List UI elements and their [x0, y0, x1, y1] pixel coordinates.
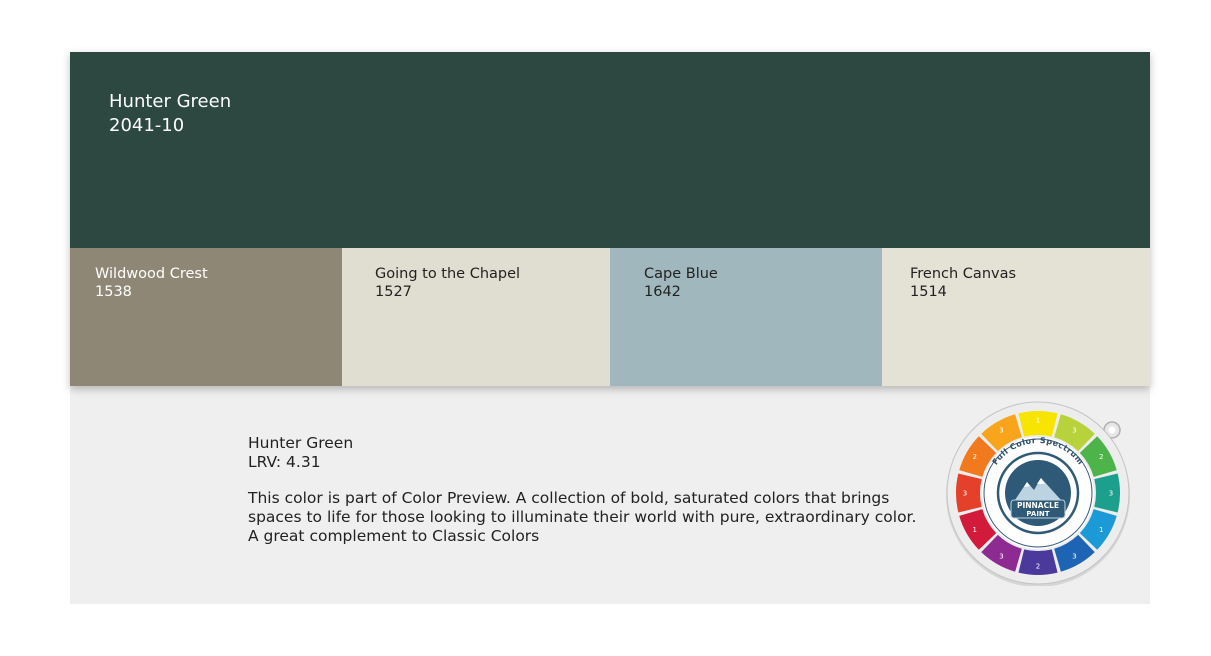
swatch-name: Going to the Chapel: [375, 266, 521, 282]
wheel-segment-label: 3: [963, 490, 967, 498]
wheel-segment-label: 1: [973, 526, 977, 534]
wheel-segment-label: 3: [999, 553, 1003, 561]
wheel-hang-hole: [1108, 426, 1116, 434]
logo-text-line2: PAINT: [1026, 510, 1049, 518]
wheel-segment-label: 1: [1099, 526, 1103, 534]
wheel-segment-label: 1: [1036, 417, 1040, 425]
wheel-segment: [1094, 473, 1120, 513]
info-description: This color is part of Color Preview. A c…: [248, 489, 948, 546]
coordinating-swatch-wildwood-crest[interactable]: Wildwood Crest 1538: [70, 248, 342, 386]
main-color-swatch[interactable]: Hunter Green 2041-10: [70, 52, 1150, 248]
description-line: A great complement to Classic Colors: [248, 527, 540, 545]
description-line: This color is part of Color Preview. A c…: [248, 489, 890, 507]
swatch-name: French Canvas: [910, 266, 1017, 282]
coordinating-swatch-cape-blue[interactable]: Cape Blue 1642: [610, 248, 882, 386]
swatch-code: 1642: [644, 284, 681, 300]
wheel-segment: [956, 473, 982, 513]
wheel-segment-label: 2: [1099, 453, 1103, 461]
info-lrv: LRV: 4.31: [248, 453, 321, 471]
color-info: Hunter Green LRV: 4.31 This color is par…: [248, 434, 948, 546]
color-wheel-logo: 132313231323 Full Color Spectrum PINNACL…: [946, 401, 1130, 586]
swatch-code: 1527: [375, 284, 412, 300]
wheel-segment-label: 3: [1072, 553, 1076, 561]
wheel-segment-label: 2: [973, 453, 977, 461]
swatch-palette: Hunter Green 2041-10 Wildwood Crest 1538…: [70, 52, 1150, 386]
swatch-code: 1514: [910, 284, 947, 300]
swatch-name: Cape Blue: [644, 266, 718, 282]
wheel-segment-label: 3: [1072, 426, 1076, 434]
coordinating-swatch-going-to-the-chapel[interactable]: Going to the Chapel 1527: [342, 248, 610, 386]
wheel-segment-label: 3: [999, 426, 1003, 434]
description-line: spaces to life for those looking to illu…: [248, 508, 917, 526]
main-color-code: 2041-10: [109, 115, 185, 136]
main-color-name: Hunter Green: [109, 91, 232, 112]
wheel-segment-label: 2: [1036, 563, 1040, 571]
wheel-segment-label: 3: [1109, 490, 1113, 498]
swatch-name: Wildwood Crest: [95, 266, 208, 282]
logo-text-line1: PINNACLE: [1017, 501, 1059, 510]
swatch-code: 1538: [95, 284, 132, 300]
coordinating-swatch-french-canvas[interactable]: French Canvas 1514: [882, 248, 1150, 386]
info-color-name: Hunter Green: [248, 434, 354, 452]
